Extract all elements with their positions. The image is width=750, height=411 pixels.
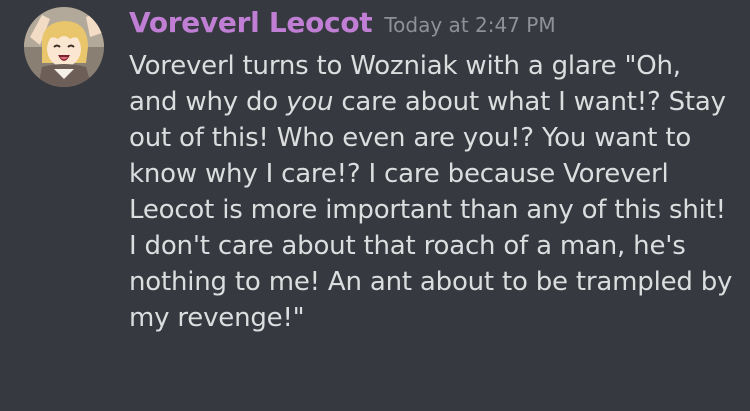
message-text-emphasis: you — [286, 87, 334, 117]
message-content: Voreverl turns to Wozniak with a glare "… — [129, 48, 734, 336]
anime-character-avatar-icon — [24, 7, 104, 87]
chat-message: Voreverl Leocot Today at 2:47 PM Voreverl… — [0, 0, 750, 411]
message-header: Voreverl Leocot Today at 2:47 PM — [129, 6, 556, 39]
message-text-part2: care about what I want!? Stay out of thi… — [129, 87, 733, 333]
user-avatar[interactable] — [24, 7, 104, 87]
author-name[interactable]: Voreverl Leocot — [129, 6, 373, 39]
message-timestamp: Today at 2:47 PM — [384, 13, 556, 37]
